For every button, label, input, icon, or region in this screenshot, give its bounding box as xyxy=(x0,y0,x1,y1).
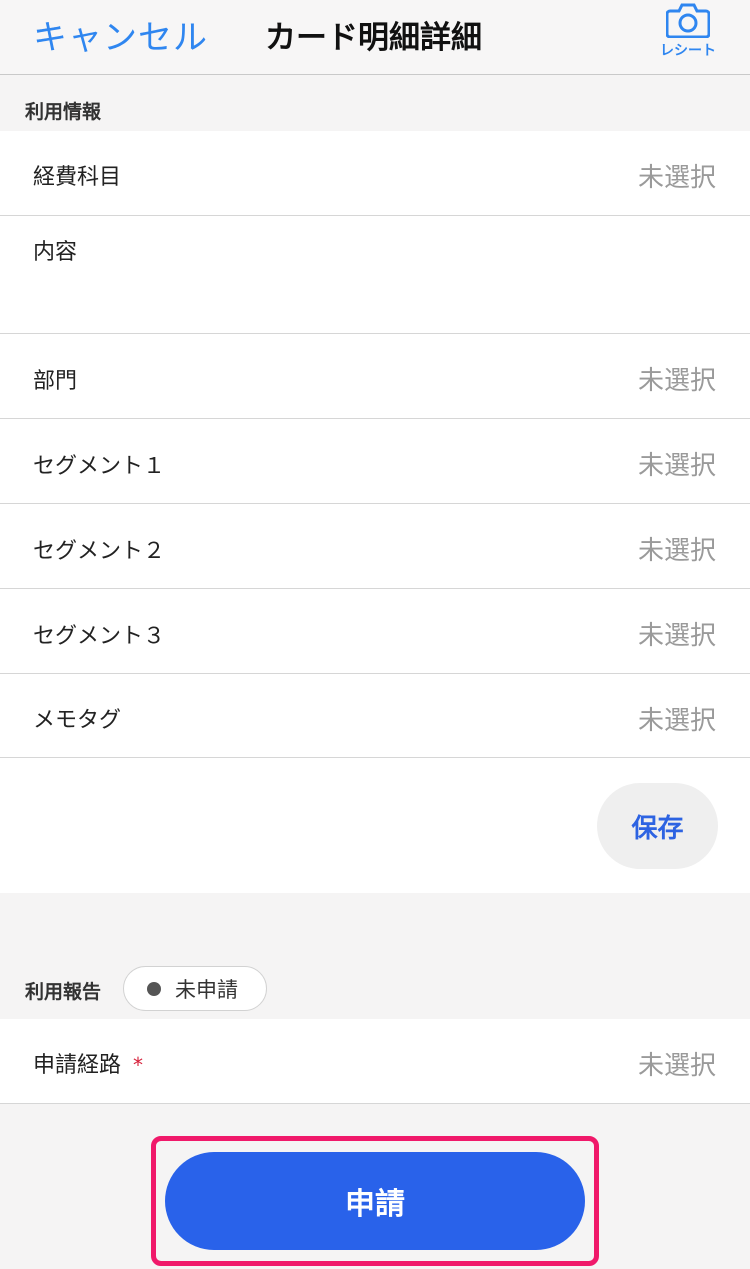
row-value: 未選択 xyxy=(637,366,716,396)
submit-button[interactable]: 申請 xyxy=(165,1152,585,1250)
row-value: 未選択 xyxy=(637,1051,716,1081)
content-row[interactable]: 内容 xyxy=(0,216,750,334)
department-row[interactable]: 部門 未選択 xyxy=(0,334,750,419)
row-value: 未選択 xyxy=(637,163,716,193)
approval-route-row[interactable]: 申請経路 * 未選択 xyxy=(0,1019,750,1104)
row-label: メモタグ xyxy=(33,708,122,733)
segment1-row[interactable]: セグメント１ 未選択 xyxy=(0,419,750,504)
receipt-button[interactable]: レシート xyxy=(655,2,721,68)
row-value: 未選択 xyxy=(637,536,716,566)
row-value: 未選択 xyxy=(637,621,716,651)
required-mark: * xyxy=(133,1053,144,1077)
row-label: セグメント２ xyxy=(33,539,166,564)
save-button[interactable]: 保存 xyxy=(597,783,718,869)
row-label: セグメント３ xyxy=(33,624,166,649)
expense-category-row[interactable]: 経費科目 未選択 xyxy=(0,131,750,216)
cancel-button[interactable]: キャンセル xyxy=(33,10,208,59)
usage-report-panel: 申請経路 * 未選択 xyxy=(0,1019,750,1104)
memo-tag-row[interactable]: メモタグ 未選択 xyxy=(0,674,750,758)
row-label: 申請経路 xyxy=(33,1053,122,1078)
row-value: 未選択 xyxy=(637,451,716,481)
segment3-row[interactable]: セグメント３ 未選択 xyxy=(0,589,750,674)
usage-info-panel: 経費科目 未選択 内容 部門 未選択 セグメント１ 未選択 セグメント２ 未選択… xyxy=(0,131,750,893)
approval-route-label: 申請経路 * xyxy=(33,1047,143,1079)
row-label: 経費科目 xyxy=(33,165,122,190)
receipt-label: レシート xyxy=(660,43,716,59)
segment2-row[interactable]: セグメント２ 未選択 xyxy=(0,504,750,589)
usage-report-section-label: 利用報告 xyxy=(25,981,102,1003)
nav-header: キャンセル カード明細詳細 レシート xyxy=(0,0,750,75)
row-label: 内容 xyxy=(33,240,78,265)
row-label: 部門 xyxy=(33,369,78,394)
usage-info-section-label: 利用情報 xyxy=(25,101,102,123)
status-badge: 未申請 xyxy=(123,966,267,1011)
status-dot-icon xyxy=(147,981,161,996)
page-title: カード明細詳細 xyxy=(265,20,482,56)
status-text: 未申請 xyxy=(175,977,238,1002)
row-value: 未選択 xyxy=(637,706,716,736)
row-label: セグメント１ xyxy=(33,454,166,479)
camera-icon xyxy=(666,3,710,38)
